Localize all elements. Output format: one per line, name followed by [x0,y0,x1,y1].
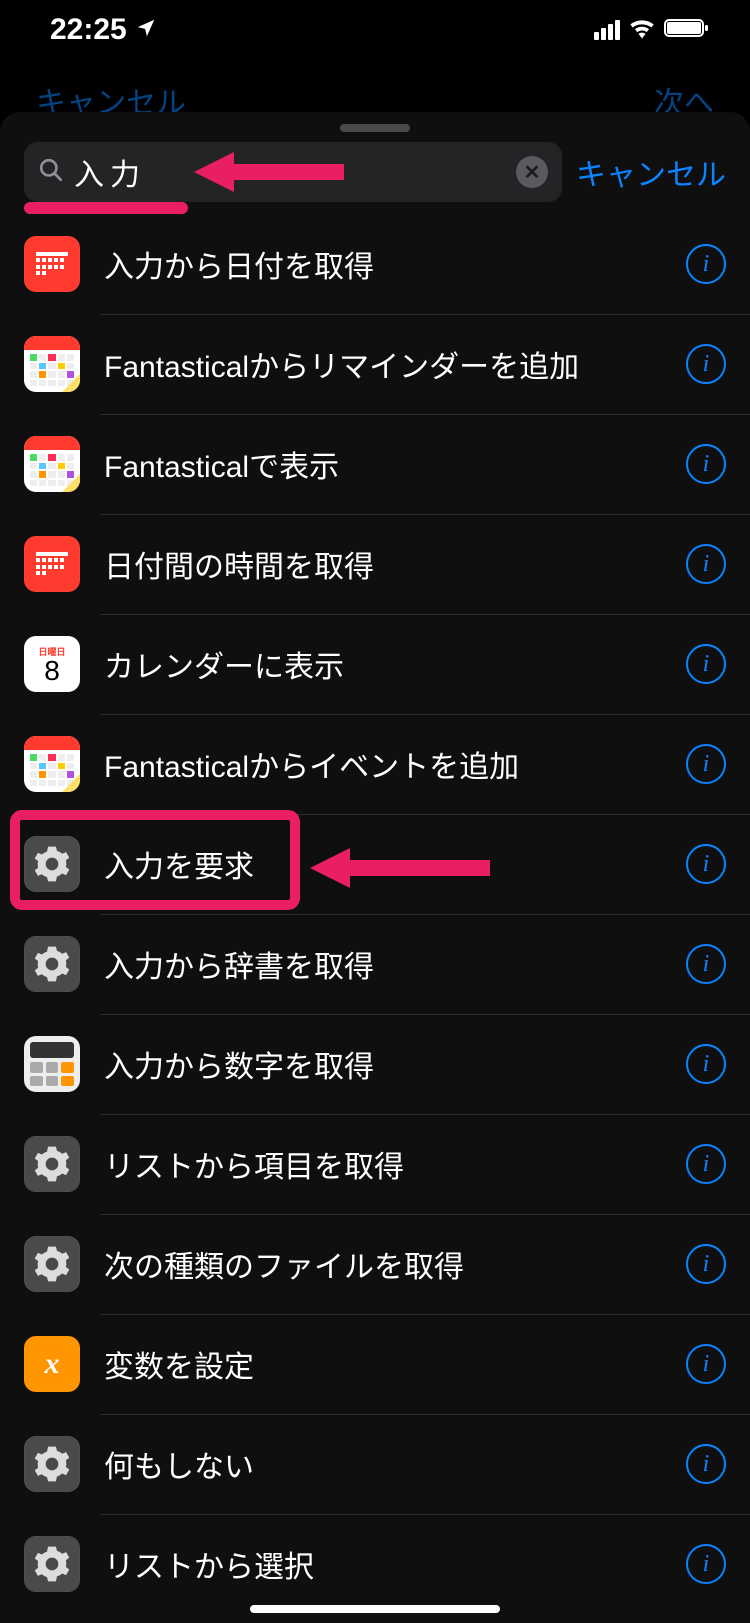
action-label: 何もしない [104,1442,686,1486]
info-button[interactable]: i [686,1544,726,1584]
status-bar: 22:25 [0,0,750,60]
cancel-button[interactable]: キャンセル [576,150,726,194]
info-button[interactable]: i [686,644,726,684]
gear-icon [24,1536,80,1592]
location-icon [135,13,157,47]
action-label: Fantasticalからイベントを追加 [104,742,686,786]
action-row[interactable]: 何もしない i [0,1414,750,1514]
info-button[interactable]: i [686,1044,726,1084]
action-label: 変数を設定 [104,1342,686,1386]
info-button[interactable]: i [686,1344,726,1384]
action-row[interactable]: x 変数を設定 i [0,1314,750,1414]
action-label: 次の種類のファイルを取得 [104,1242,686,1286]
info-button[interactable]: i [686,1144,726,1184]
action-label: カレンダーに表示 [104,642,686,686]
action-row[interactable]: 日曜日8 カレンダーに表示 i [0,614,750,714]
clear-search-button[interactable]: ✕ [516,156,548,188]
info-button[interactable]: i [686,344,726,384]
action-label: Fantasticalからリマインダーを追加 [104,342,686,386]
info-button[interactable]: i [686,1244,726,1284]
action-row[interactable]: 日付間の時間を取得 i [0,514,750,614]
calculator-icon [24,1036,80,1092]
gear-icon [24,936,80,992]
cellular-icon [594,20,620,40]
action-row[interactable]: リストから項目を取得 i [0,1114,750,1214]
action-row[interactable]: Fantasticalで表示 i [0,414,750,514]
search-icon [38,157,64,188]
action-label: 入力から数字を取得 [104,1042,686,1086]
action-row[interactable]: 入力から数字を取得 i [0,1014,750,1114]
info-button[interactable]: i [686,544,726,584]
calendar-icon [24,236,80,292]
annotation-underline [24,202,188,214]
action-row[interactable]: Fantasticalからリマインダーを追加 i [0,314,750,414]
action-row[interactable]: 次の種類のファイルを取得 i [0,1214,750,1314]
info-button[interactable]: i [686,444,726,484]
gear-icon [24,836,80,892]
action-row[interactable]: 入力から日付を取得 i [0,214,750,314]
annotation-arrow [194,144,344,200]
fantastical-icon [24,336,80,392]
action-label: リストから選択 [104,1542,686,1586]
fantastical-icon [24,736,80,792]
wifi-icon [628,17,656,44]
action-label: リストから項目を取得 [104,1142,686,1186]
action-label: 入力から日付を取得 [104,242,686,286]
gear-icon [24,1236,80,1292]
info-button[interactable]: i [686,744,726,784]
gear-icon [24,1136,80,1192]
status-time: 22:25 [50,13,127,47]
info-button[interactable]: i [686,944,726,984]
search-row: 入力 ✕ キャンセル [0,142,750,214]
action-row[interactable]: Fantasticalからイベントを追加 i [0,714,750,814]
fantastical-icon [24,436,80,492]
info-button[interactable]: i [686,244,726,284]
annotation-arrow [310,840,490,896]
action-label: Fantasticalで表示 [104,442,686,486]
action-row[interactable]: リストから選択 i [0,1514,750,1614]
info-button[interactable]: i [686,844,726,884]
sheet-grabber[interactable] [340,124,410,132]
action-label: 入力から辞書を取得 [104,942,686,986]
home-indicator[interactable] [250,1605,500,1613]
action-row[interactable]: 入力から辞書を取得 i [0,914,750,1014]
calendar-icon [24,536,80,592]
calendar-day-icon: 日曜日8 [24,636,80,692]
variable-icon: x [24,1336,80,1392]
info-button[interactable]: i [686,1444,726,1484]
gear-icon [24,1436,80,1492]
battery-icon [664,17,710,44]
action-label: 日付間の時間を取得 [104,542,686,586]
action-list: 入力から日付を取得 i Fantasticalからリマインダーを追加 i Fan… [0,214,750,1614]
